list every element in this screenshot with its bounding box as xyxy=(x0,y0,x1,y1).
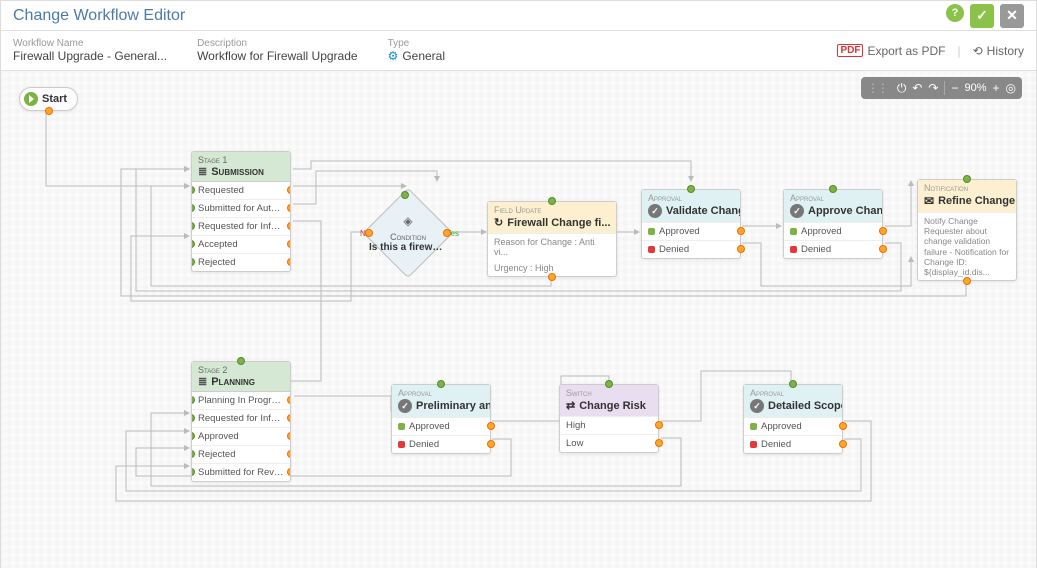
zoom-in-button[interactable]: + xyxy=(993,81,1000,95)
help-button[interactable]: ? xyxy=(946,4,964,22)
approval-preliminary[interactable]: Approval ✓Preliminary analy... Approved … xyxy=(391,384,491,454)
stack-icon: ≣ xyxy=(198,375,207,388)
workflow-canvas[interactable]: ⋮⋮ ⏻ ↶ ↷ − 90% + ◎ Start xyxy=(1,71,1036,568)
status-row[interactable]: Rejected xyxy=(192,446,290,464)
page-title: Change Workflow Editor xyxy=(13,7,185,25)
undo-icon[interactable]: ↶ xyxy=(912,81,922,95)
start-node[interactable]: Start xyxy=(19,87,78,111)
status-row[interactable]: Requested xyxy=(192,182,290,200)
notification-node[interactable]: Notification ✉Refine Change &... Notify … xyxy=(917,179,1017,281)
check-icon: ✓ xyxy=(750,399,764,413)
status-row[interactable]: Approved xyxy=(192,428,290,446)
status-row[interactable]: Requested for Informat... xyxy=(192,218,290,236)
status-row[interactable]: Accepted xyxy=(192,236,290,254)
export-pdf-link[interactable]: PDFExport as PDF xyxy=(837,44,945,58)
envelope-icon: ✉ xyxy=(924,194,934,208)
status-row[interactable]: Submitted for Authoriza... xyxy=(192,200,290,218)
update-icon: ↻ xyxy=(494,216,503,229)
approval-approve[interactable]: Approval ✓Approve Change ... Approved De… xyxy=(783,189,883,259)
pdf-icon: PDF xyxy=(837,44,863,57)
grip-icon[interactable]: ⋮⋮ xyxy=(867,81,887,95)
fit-button[interactable]: ◎ xyxy=(1006,81,1016,95)
condition-node[interactable]: ◈ Condition Is this a firewall ... No Ye… xyxy=(363,188,453,278)
approval-scope[interactable]: Approval ✓Detailed Scope of... Approved … xyxy=(743,384,843,454)
page-header: Change Workflow Editor ? ✓ ✕ xyxy=(1,1,1036,31)
gear-icon: ⚙ xyxy=(388,49,399,63)
save-button[interactable]: ✓ xyxy=(970,4,994,28)
zoom-out-button[interactable]: − xyxy=(951,81,958,95)
fieldupdate-node[interactable]: Field Update ↻Firewall Change fi... Reas… xyxy=(487,201,617,277)
status-row[interactable]: Planning In Progress xyxy=(192,392,290,410)
header-buttons: ? ✓ ✕ xyxy=(946,4,1024,28)
canvas-toolbar[interactable]: ⋮⋮ ⏻ ↶ ↷ − 90% + ◎ xyxy=(861,77,1022,99)
status-row[interactable]: Submitted for Review xyxy=(192,464,290,481)
play-icon xyxy=(24,92,38,106)
workflow-type: Type ⚙General xyxy=(388,38,445,63)
stack-icon: ≣ xyxy=(198,165,207,178)
check-icon: ✓ xyxy=(398,399,412,413)
status-row[interactable]: Requested for Informat... xyxy=(192,410,290,428)
switch-node[interactable]: Switch ⇄Change Risk High Low xyxy=(559,384,659,453)
history-link[interactable]: ⟲History xyxy=(973,44,1024,58)
redo-icon[interactable]: ↷ xyxy=(928,81,938,95)
stage-submission[interactable]: Stage 1 ≣Submission Requested Submitted … xyxy=(191,151,291,272)
approval-validate[interactable]: Approval ✓Validate Change ... Approved D… xyxy=(641,189,741,259)
switch-icon: ⇄ xyxy=(566,399,575,412)
zoom-level: 90% xyxy=(964,82,986,94)
stage-planning[interactable]: Stage 2 ≣Planning Planning In Progress R… xyxy=(191,361,291,482)
meta-bar: Workflow Name Firewall Upgrade - General… xyxy=(1,31,1036,71)
power-icon[interactable]: ⏻ xyxy=(897,81,907,96)
workflow-name: Workflow Name Firewall Upgrade - General… xyxy=(13,38,167,63)
workflow-description: Description Workflow for Firewall Upgrad… xyxy=(197,38,358,63)
close-button[interactable]: ✕ xyxy=(1000,4,1024,28)
connectors xyxy=(1,71,1036,568)
check-icon: ✓ xyxy=(648,204,662,218)
status-row[interactable]: Rejected xyxy=(192,254,290,271)
check-icon: ✓ xyxy=(790,204,804,218)
history-icon: ⟲ xyxy=(973,44,983,58)
